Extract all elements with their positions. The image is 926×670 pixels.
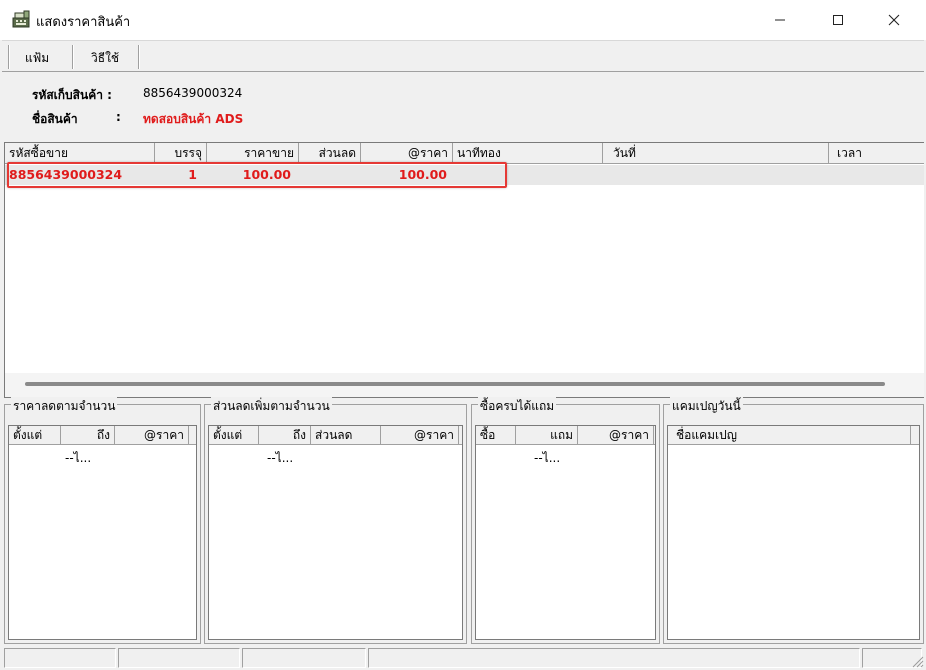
panel-qty-price: ราคาลดตามจำนวน ตั้งแต่ ถึง @ราคา --ไ... xyxy=(4,397,201,644)
panel-title-buy-get: ซื้อครบได้แถม xyxy=(478,397,557,416)
cash-register-icon xyxy=(12,10,30,28)
status-panel xyxy=(118,648,240,668)
product-name-colon: : xyxy=(116,110,121,124)
minimize-button[interactable] xyxy=(752,0,808,40)
empty-placeholder: --ไ... xyxy=(267,451,294,465)
col-header-campaign-name[interactable]: ชื่อแคมเปญ xyxy=(668,426,911,445)
menu-help[interactable]: วิธีใช้ xyxy=(91,49,119,68)
col-header-unit-price[interactable]: @ราคา xyxy=(115,426,189,445)
minimize-icon xyxy=(775,19,785,21)
empty-placeholder: --ไ... xyxy=(65,451,92,465)
panel-title-qty-price: ราคาลดตามจำนวน xyxy=(11,397,118,416)
title-bar: แสดงราคาสินค้า xyxy=(0,0,926,40)
col-header-unit-price[interactable]: @ราคา xyxy=(578,426,654,445)
col-header-to[interactable]: ถึง xyxy=(61,426,115,445)
scrollbar-thumb[interactable] xyxy=(25,382,885,386)
status-panel xyxy=(4,648,116,668)
maximize-button[interactable] xyxy=(810,0,866,40)
status-panel xyxy=(368,648,860,668)
col-header-unit-price[interactable]: @ราคา xyxy=(361,143,453,164)
product-name-value: ทดสอบสินค้า ADS xyxy=(143,112,244,126)
product-code-value: 8856439000324 xyxy=(143,86,243,100)
qty-price-list[interactable]: ตั้งแต่ ถึง @ราคา --ไ... xyxy=(8,425,197,640)
maximize-icon xyxy=(833,15,843,25)
col-header-code[interactable]: รหัสซื้อขาย xyxy=(5,143,155,164)
empty-placeholder: --ไ... xyxy=(534,451,561,465)
menu-separator xyxy=(8,45,10,69)
col-header-golden-minute[interactable]: นาทีทอง xyxy=(453,143,603,164)
col-header-get[interactable]: แถม xyxy=(516,426,578,445)
qty-price-header: ตั้งแต่ ถึง @ราคา xyxy=(9,426,196,445)
panel-title-qty-discount: ส่วนลดเพิ่มตามจำนวน xyxy=(211,397,332,416)
qty-discount-header: ตั้งแต่ ถึง ส่วนลด @ราคา xyxy=(209,426,462,445)
close-icon xyxy=(888,14,900,26)
col-header-discount[interactable]: ส่วนลด xyxy=(311,426,381,445)
product-name-label: ชื่อสินค้า xyxy=(32,112,78,126)
panel-title-campaign: แคมเปญวันนี้ xyxy=(670,397,743,416)
campaign-header: ชื่อแคมเปญ xyxy=(668,426,919,445)
close-button[interactable] xyxy=(866,0,922,40)
campaign-list[interactable]: ชื่อแคมเปญ xyxy=(667,425,920,640)
panel-buy-get: ซื้อครบได้แถม ซื้อ แถม @ราคา --ไ... xyxy=(471,397,660,644)
window-title: แสดงราคาสินค้า xyxy=(36,15,131,30)
status-panel xyxy=(242,648,366,668)
buy-get-list[interactable]: ซื้อ แถม @ราคา --ไ... xyxy=(475,425,656,640)
col-header-price[interactable]: ราคาขาย xyxy=(207,143,299,164)
panel-qty-discount: ส่วนลดเพิ่มตามจำนวน ตั้งแต่ ถึง ส่วนลด @… xyxy=(204,397,467,644)
col-header-buy[interactable]: ซื้อ xyxy=(476,426,516,445)
status-bar xyxy=(0,646,926,670)
menu-separator xyxy=(138,45,140,69)
col-header-from[interactable]: ตั้งแต่ xyxy=(209,426,259,445)
price-table-header: รหัสซื้อขาย บรรจุ ราคาขาย ส่วนลด @ราคา น… xyxy=(5,143,924,164)
col-header-discount[interactable]: ส่วนลด xyxy=(299,143,361,164)
row-highlight-box xyxy=(7,162,507,188)
col-header-to[interactable]: ถึง xyxy=(259,426,311,445)
buy-get-header: ซื้อ แถม @ราคา xyxy=(476,426,655,445)
horizontal-scrollbar[interactable] xyxy=(5,373,924,397)
product-info: รหัสเก็บสินค้า : 8856439000324 ชื่อสินค้… xyxy=(0,72,926,140)
qty-discount-list[interactable]: ตั้งแต่ ถึง ส่วนลด @ราคา --ไ... xyxy=(208,425,463,640)
menu-separator xyxy=(72,45,74,69)
col-header-date[interactable]: วันที่ xyxy=(603,143,829,164)
col-header-pack[interactable]: บรรจุ xyxy=(155,143,207,164)
panel-campaign: แคมเปญวันนี้ ชื่อแคมเปญ xyxy=(663,397,924,644)
menu-file[interactable]: แฟ้ม xyxy=(25,49,49,68)
menu-bar: แฟ้ม วิธีใช้ xyxy=(2,40,924,72)
price-table[interactable]: รหัสซื้อขาย บรรจุ ราคาขาย ส่วนลด @ราคา น… xyxy=(4,142,924,398)
col-header-time[interactable]: เวลา xyxy=(829,143,924,164)
col-header-unit-price[interactable]: @ราคา xyxy=(381,426,459,445)
product-code-label: รหัสเก็บสินค้า : xyxy=(32,88,112,102)
resize-grip-icon[interactable] xyxy=(910,654,924,668)
col-header-from[interactable]: ตั้งแต่ xyxy=(9,426,61,445)
